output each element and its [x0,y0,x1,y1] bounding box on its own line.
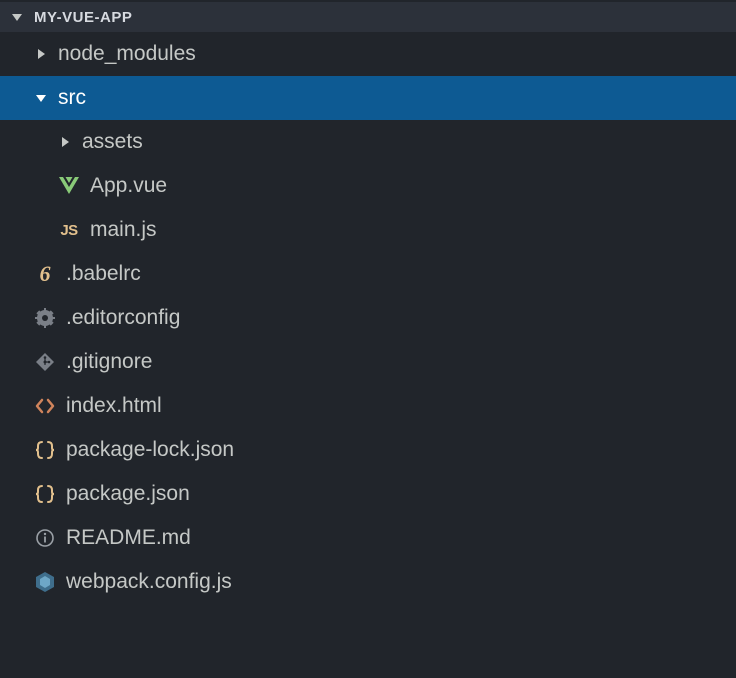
tree-file-editorconfig[interactable]: .editorconfig [0,296,736,340]
file-label: webpack.config.js [66,570,232,594]
js-icon: JS [58,219,80,241]
tree-file-main-js[interactable]: JS main.js [0,208,736,252]
explorer-header[interactable]: MY-VUE-APP [0,2,736,32]
chevron-right-icon [58,137,72,147]
git-icon [34,351,56,373]
folder-label: node_modules [58,42,196,66]
tree-file-webpack-config-js[interactable]: webpack.config.js [0,560,736,604]
file-explorer: MY-VUE-APP node_modules src assets [0,0,736,678]
json-icon [34,439,56,461]
tree-file-app-vue[interactable]: App.vue [0,164,736,208]
tree-file-package-json[interactable]: package.json [0,472,736,516]
info-icon [34,527,56,549]
file-label: README.md [66,526,191,550]
tree-file-package-lock-json[interactable]: package-lock.json [0,428,736,472]
file-label: package-lock.json [66,438,234,462]
folder-label: src [58,86,86,110]
chevron-right-icon [34,49,48,59]
tree-folder-node-modules[interactable]: node_modules [0,32,736,76]
tree-file-readme-md[interactable]: README.md [0,516,736,560]
file-label: index.html [66,394,162,418]
babel-icon: 6 [34,263,56,285]
file-label: main.js [90,218,157,242]
root-folder-label: MY-VUE-APP [34,9,132,26]
html-icon [34,395,56,417]
file-label: package.json [66,482,190,506]
folder-label: assets [82,130,143,154]
tree-file-babelrc[interactable]: 6 .babelrc [0,252,736,296]
chevron-down-icon [34,93,48,103]
file-label: App.vue [90,174,167,198]
chevron-down-icon [10,12,24,22]
tree-folder-assets[interactable]: assets [0,120,736,164]
file-label: .gitignore [66,350,152,374]
tree-folder-src[interactable]: src [0,76,736,120]
gear-icon [34,307,56,329]
file-label: .editorconfig [66,306,180,330]
tree-file-index-html[interactable]: index.html [0,384,736,428]
webpack-icon [34,571,56,593]
file-label: .babelrc [66,262,141,286]
vue-icon [58,175,80,197]
json-icon [34,483,56,505]
tree-file-gitignore[interactable]: .gitignore [0,340,736,384]
